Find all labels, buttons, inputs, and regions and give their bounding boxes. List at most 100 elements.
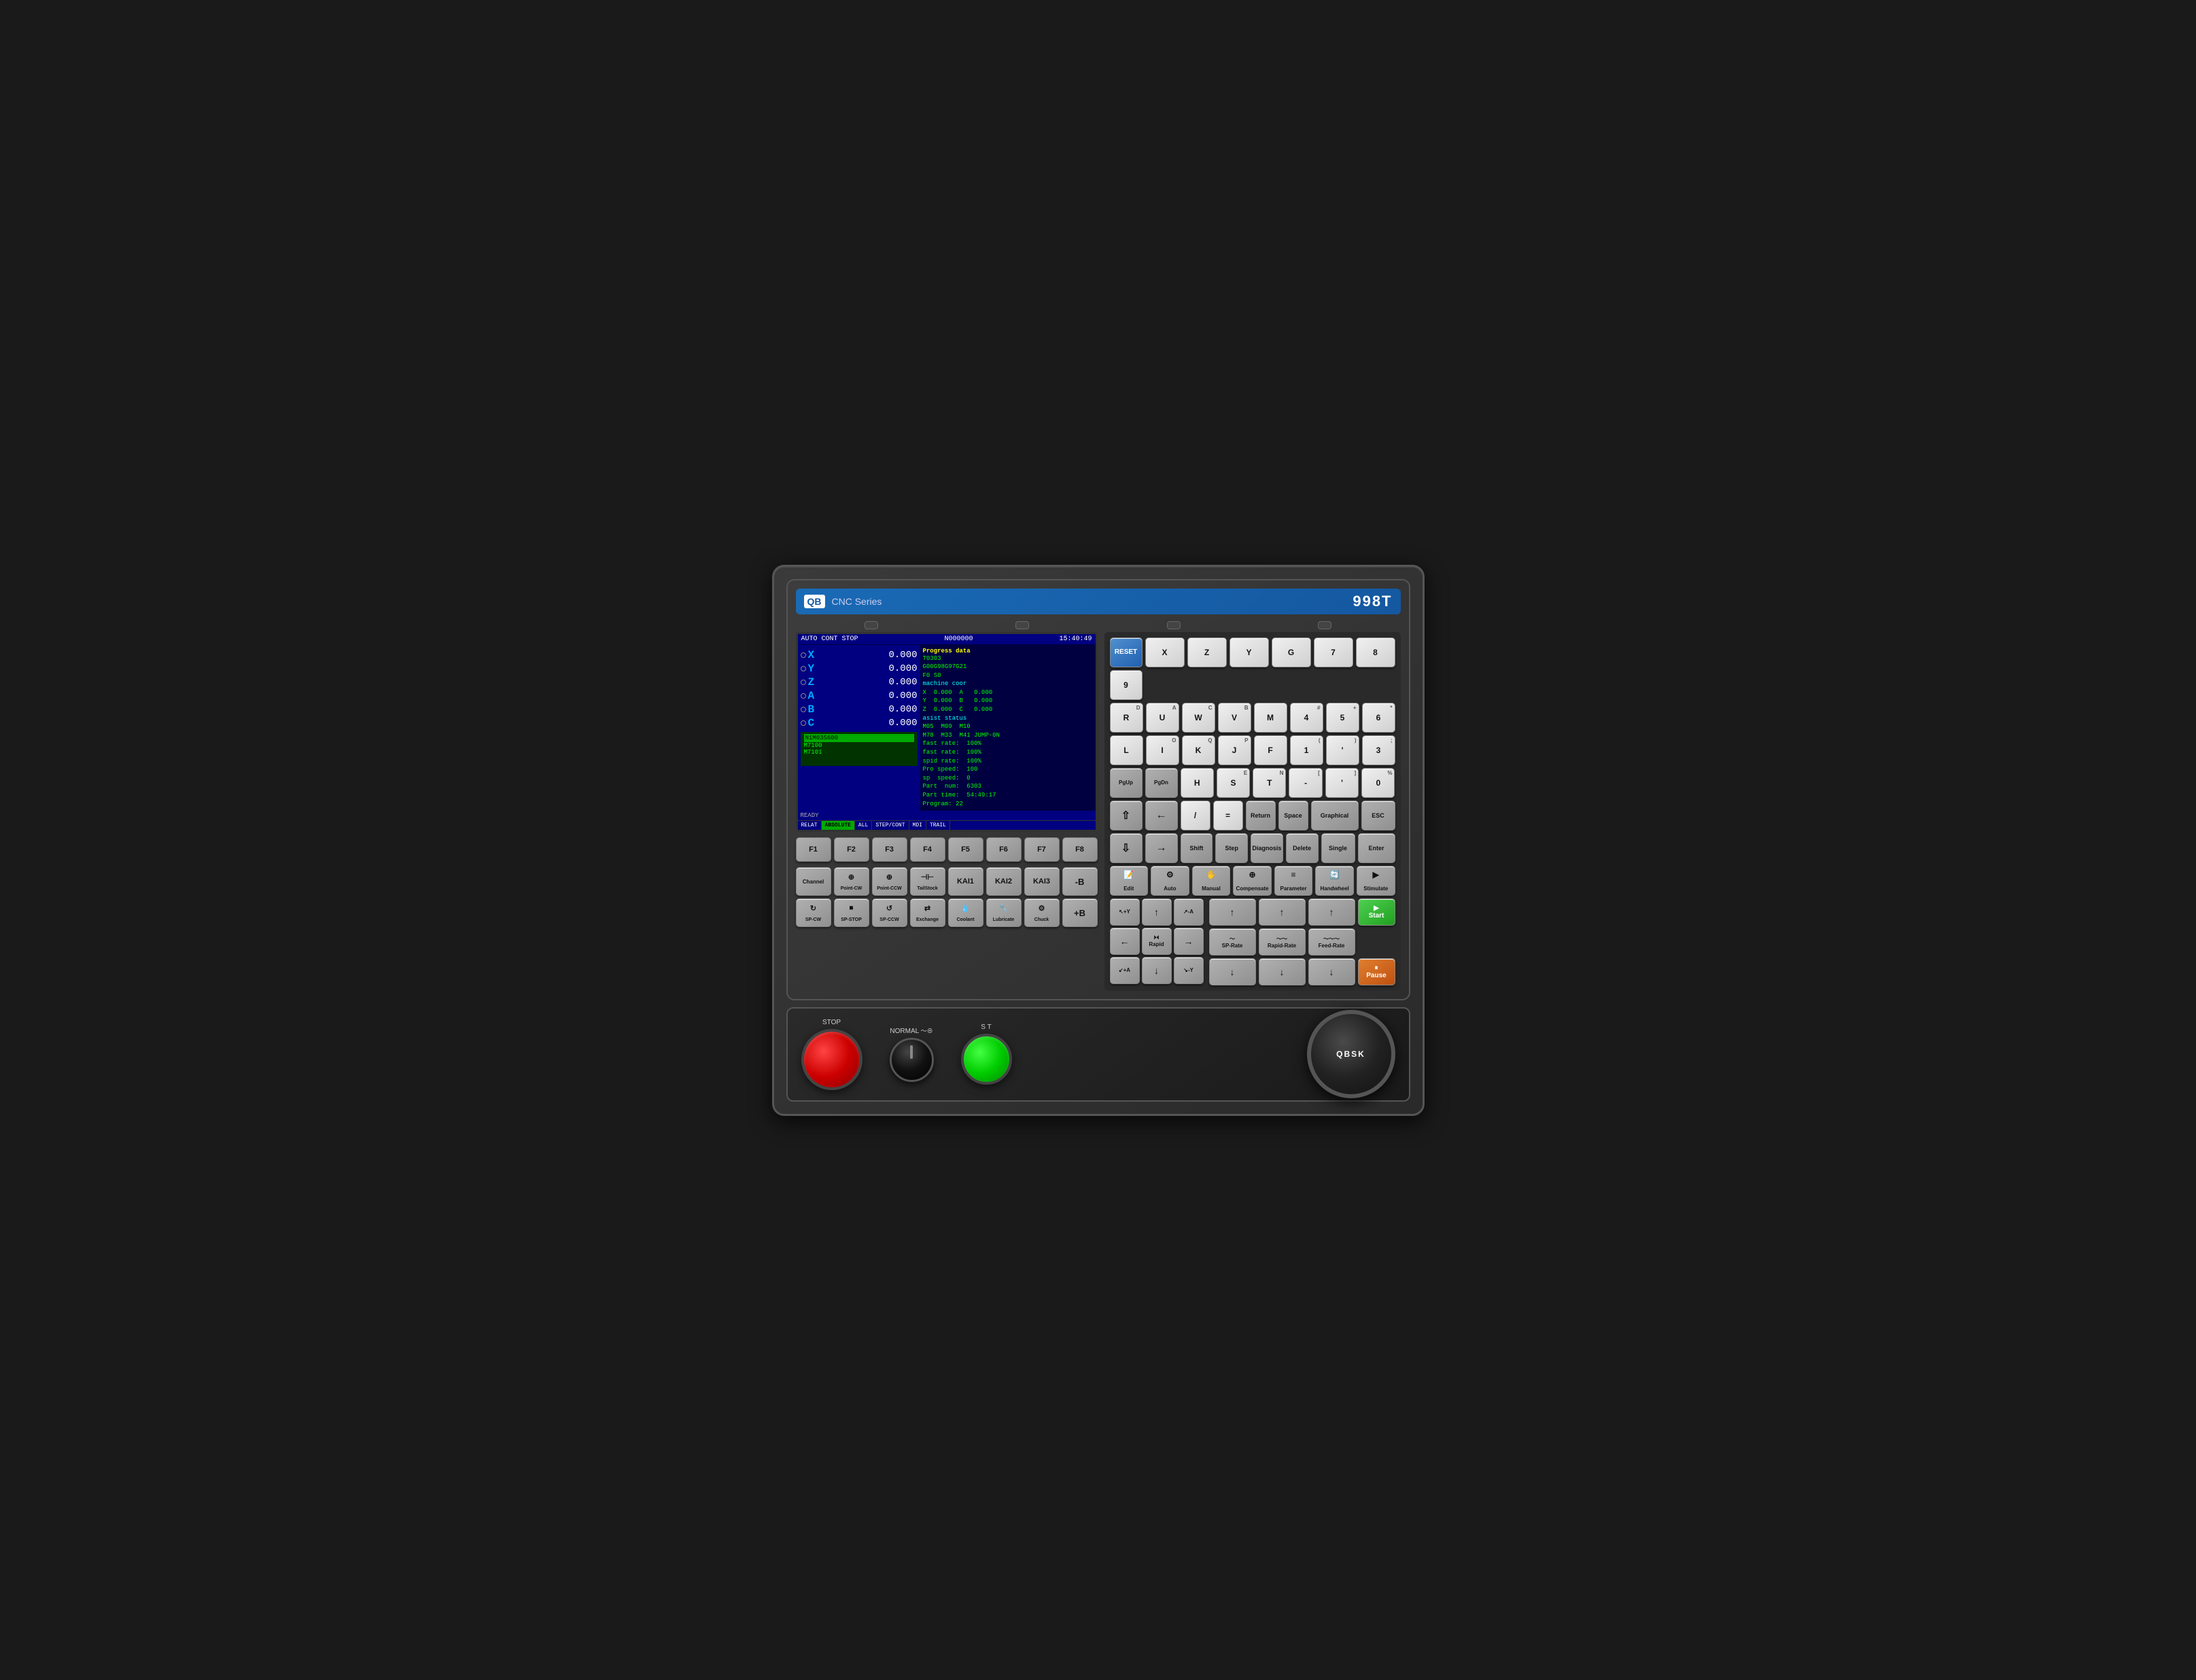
btn-pause[interactable]: ⏸Pause xyxy=(1358,958,1395,985)
tab-mdi[interactable]: MDI xyxy=(909,821,926,830)
btn-plus-b[interactable]: +B xyxy=(1062,898,1098,927)
key-bracket[interactable]: ]' xyxy=(1325,768,1359,798)
key-m[interactable]: M xyxy=(1254,703,1287,733)
fkey-f5[interactable]: F5 xyxy=(948,837,983,862)
estop-button[interactable] xyxy=(801,1029,862,1090)
key-return[interactable]: Return xyxy=(1246,801,1276,830)
btn-edit[interactable]: 📝Edit xyxy=(1110,866,1149,896)
jog-dn-left[interactable]: ↙+A xyxy=(1110,957,1140,984)
key-8[interactable]: 8 xyxy=(1356,637,1395,667)
handwheel[interactable]: QBSK xyxy=(1307,1010,1395,1098)
key-space[interactable]: Space xyxy=(1278,801,1308,830)
normal-knob[interactable] xyxy=(890,1038,934,1082)
jog-up-right[interactable]: ↗-A xyxy=(1174,898,1204,926)
jog-up-left[interactable]: ↖+Y xyxy=(1110,898,1140,926)
key-h[interactable]: H xyxy=(1181,768,1214,798)
tab-relat[interactable]: RELAT xyxy=(798,821,822,830)
key-1[interactable]: (1 xyxy=(1290,735,1323,765)
btn-rapid-rate[interactable]: 〜〜Rapid-Rate xyxy=(1259,928,1306,956)
btn-lubricate[interactable]: 🔧Lubricate xyxy=(986,898,1022,927)
btn-sp-cw[interactable]: ↻SP-CW xyxy=(796,898,831,927)
btn-manual[interactable]: ✋Manual xyxy=(1192,866,1231,896)
jog-rapid[interactable]: ⏵⏴Rapid xyxy=(1142,928,1172,955)
key-reset[interactable]: RESET xyxy=(1110,637,1143,667)
btn-stimulate[interactable]: ▶Stimulate xyxy=(1357,866,1395,896)
tab-stepcont[interactable]: STEP/CONT xyxy=(872,821,909,830)
key-single[interactable]: Single xyxy=(1321,833,1355,863)
key-shift-dn[interactable]: ⇩ xyxy=(1110,833,1143,863)
key-y[interactable]: Y xyxy=(1230,637,1269,667)
key-u[interactable]: AU xyxy=(1146,703,1179,733)
btn-kai1[interactable]: KAI1 xyxy=(948,867,983,896)
fkey-f8[interactable]: F8 xyxy=(1062,837,1098,862)
key-step[interactable]: Step xyxy=(1215,833,1248,863)
key-r[interactable]: DR xyxy=(1110,703,1143,733)
key-j[interactable]: PJ xyxy=(1218,735,1251,765)
jog-dn[interactable]: ↓ xyxy=(1142,957,1172,984)
rate-dn-2[interactable]: ↓ xyxy=(1259,958,1306,985)
rate-dn-3[interactable]: ↓ xyxy=(1308,958,1355,985)
btn-kai3[interactable]: KAI3 xyxy=(1024,867,1060,896)
key-slash[interactable]: / xyxy=(1181,801,1210,830)
key-esc[interactable]: ESC xyxy=(1361,801,1395,830)
key-right-arrow[interactable]: → xyxy=(1145,833,1178,863)
btn-parameter[interactable]: ≡Parameter xyxy=(1274,866,1313,896)
rate-up-2[interactable]: ↑ xyxy=(1259,898,1306,926)
key-shift-up[interactable]: ⇧ xyxy=(1110,801,1143,830)
key-6[interactable]: *6 xyxy=(1362,703,1395,733)
key-4[interactable]: #4 xyxy=(1290,703,1323,733)
key-f[interactable]: F xyxy=(1254,735,1287,765)
rate-dn-1[interactable]: ↓ xyxy=(1209,958,1256,985)
btn-point-ccw[interactable]: ⊕Point-CCW xyxy=(872,867,907,896)
fkey-f6[interactable]: F6 xyxy=(986,837,1022,862)
key-s[interactable]: ES xyxy=(1217,768,1250,798)
key-z[interactable]: Z xyxy=(1187,637,1227,667)
btn-exchange[interactable]: ⇄Exchange xyxy=(910,898,945,927)
fkey-f3[interactable]: F3 xyxy=(872,837,907,862)
fkey-f7[interactable]: F7 xyxy=(1024,837,1060,862)
key-shift[interactable]: Shift xyxy=(1181,833,1213,863)
key-l[interactable]: L xyxy=(1110,735,1143,765)
key-left-arrow[interactable]: ← xyxy=(1145,801,1178,830)
key-7[interactable]: 7 xyxy=(1314,637,1353,667)
screen-tabs[interactable]: RELAT ABSOLUTE ALL STEP/CONT MDI TRAIL xyxy=(798,820,1096,830)
jog-up[interactable]: ↑ xyxy=(1142,898,1172,926)
key-w[interactable]: CW xyxy=(1182,703,1215,733)
rate-up-3[interactable]: ↑ xyxy=(1308,898,1355,926)
key-equals[interactable]: = xyxy=(1213,801,1243,830)
jog-dn-right[interactable]: ↘-Y xyxy=(1174,957,1204,984)
btn-sp-stop[interactable]: ⏹SP-STOP xyxy=(834,898,869,927)
key-9[interactable]: 9 xyxy=(1110,670,1143,700)
jog-right[interactable]: → xyxy=(1174,928,1204,955)
btn-start[interactable]: ▶Start xyxy=(1358,898,1395,926)
fkey-f2[interactable]: F2 xyxy=(834,837,869,862)
btn-sp-ccw[interactable]: ↺SP-CCW xyxy=(872,898,907,927)
btn-channel[interactable]: Channel xyxy=(796,867,831,896)
key-minus[interactable]: [- xyxy=(1289,768,1322,798)
rate-up-1[interactable]: ↑ xyxy=(1209,898,1256,926)
btn-coolant[interactable]: 💧Coolant xyxy=(948,898,983,927)
key-3[interactable]: ;3 xyxy=(1362,735,1395,765)
key-paren[interactable]: )' xyxy=(1326,735,1359,765)
key-graphical[interactable]: Graphical xyxy=(1311,801,1359,830)
key-x[interactable]: X xyxy=(1145,637,1185,667)
tab-trail[interactable]: TRAIL xyxy=(926,821,950,830)
key-g[interactable]: G xyxy=(1272,637,1311,667)
key-diagnosis[interactable]: Diagnosis xyxy=(1251,833,1283,863)
jog-left[interactable]: ← xyxy=(1110,928,1140,955)
key-delete[interactable]: Delete xyxy=(1286,833,1319,863)
btn-feed-rate[interactable]: 〜〜〜Feed-Rate xyxy=(1308,928,1355,956)
fkey-f1[interactable]: F1 xyxy=(796,837,831,862)
btn-minus-b[interactable]: -B xyxy=(1062,867,1098,896)
btn-handwheel[interactable]: 🔄Handwheel xyxy=(1315,866,1354,896)
key-0[interactable]: %0 xyxy=(1361,768,1395,798)
fkey-f4[interactable]: F4 xyxy=(910,837,945,862)
btn-chuck[interactable]: ⚙Chuck xyxy=(1024,898,1060,927)
key-t[interactable]: NT xyxy=(1253,768,1286,798)
st-button[interactable] xyxy=(961,1034,1012,1085)
tab-all[interactable]: ALL xyxy=(855,821,872,830)
key-v[interactable]: BV xyxy=(1218,703,1251,733)
btn-compensate[interactable]: ⊕Compensate xyxy=(1233,866,1272,896)
key-pgdn[interactable]: PgDn xyxy=(1145,768,1178,798)
key-pgup[interactable]: PgUp xyxy=(1110,768,1143,798)
